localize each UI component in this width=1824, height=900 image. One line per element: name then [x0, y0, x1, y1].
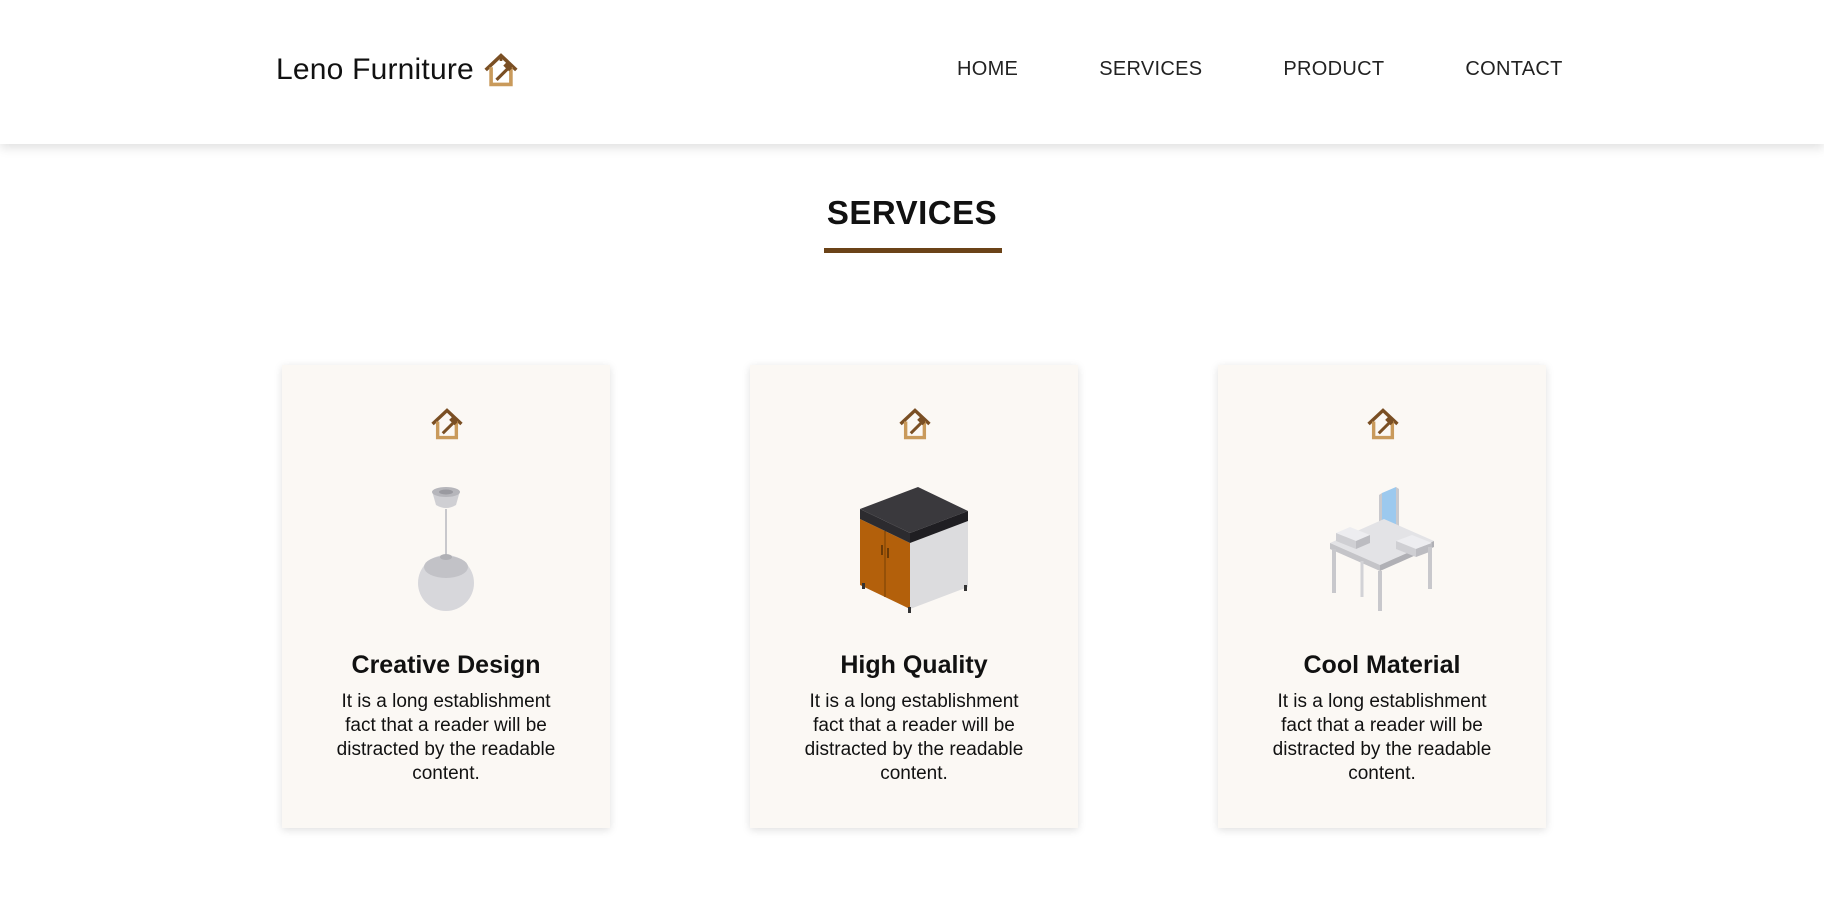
brand-name: Leno Furniture	[276, 53, 474, 86]
card-description: It is a long establishment fact that a r…	[1272, 691, 1492, 784]
nav-item-services: SERVICES	[1099, 58, 1202, 81]
nav-item-contact: CONTACT	[1465, 58, 1562, 81]
card-description: It is a long establishment fact that a r…	[804, 691, 1024, 784]
house-hammer-logo-icon	[899, 408, 931, 440]
nav-item-home: HOME	[957, 58, 1018, 81]
nav-link-product[interactable]: PRODUCT	[1283, 58, 1384, 80]
section-title: SERVICES	[826, 194, 998, 231]
pendant-lamp-icon	[418, 487, 474, 611]
card-title: High Quality	[840, 651, 988, 679]
vanity-desk-icon	[1330, 487, 1434, 611]
service-card-high-quality: High Quality It is a long establishment …	[750, 365, 1078, 828]
nav-link-home[interactable]: HOME	[957, 58, 1018, 80]
nav-item-product: PRODUCT	[1283, 58, 1384, 81]
house-hammer-logo-icon	[431, 408, 463, 440]
main-nav: HOME SERVICES PRODUCT CONTACT	[957, 58, 1563, 81]
house-hammer-logo-icon	[1367, 408, 1399, 440]
card-title: Creative Design	[351, 651, 541, 679]
kitchen-cabinet-icon	[860, 487, 968, 613]
card-title: Cool Material	[1303, 651, 1461, 679]
card-description: It is a long establishment fact that a r…	[336, 691, 556, 784]
service-card-cool-material: Cool Material It is a long establishment…	[1218, 365, 1546, 828]
navbar: Leno Furniture HOME SERVICES PRODUCT CON…	[0, 0, 1824, 144]
nav-link-contact[interactable]: CONTACT	[1465, 58, 1562, 80]
title-underline	[824, 248, 1002, 253]
brand-link[interactable]: Leno Furniture	[276, 52, 519, 88]
nav-link-services[interactable]: SERVICES	[1099, 58, 1202, 80]
service-card-creative-design: Creative Design It is a long establishme…	[282, 365, 610, 828]
house-hammer-logo-icon	[484, 53, 518, 87]
